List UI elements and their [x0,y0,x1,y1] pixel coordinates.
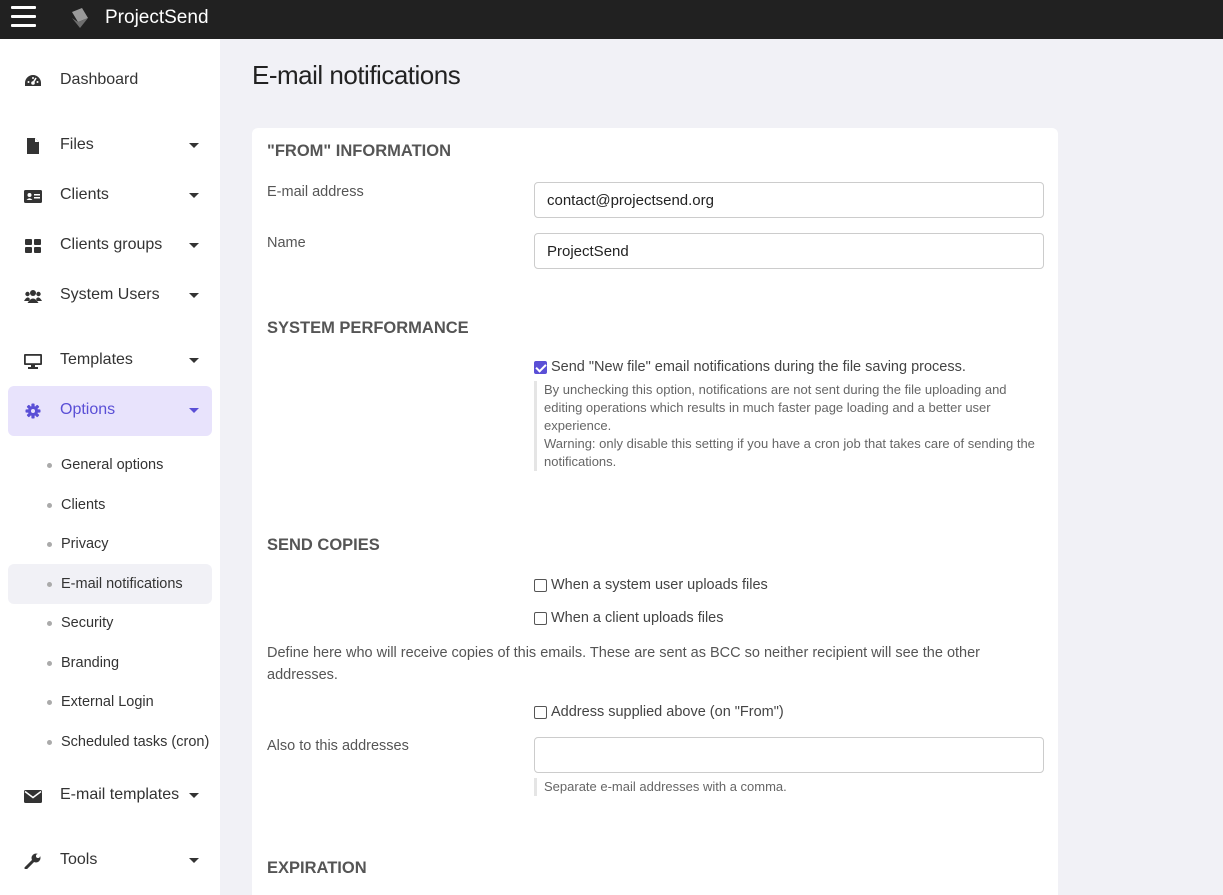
sidebar-item-clients-groups[interactable]: Clients groups [8,221,212,271]
section-heading-performance: SYSTEM PERFORMANCE [267,319,469,337]
sidebar: Dashboard Files Clients Clients groups S… [0,39,220,895]
help-text-warning: Warning: only disable this setting if yo… [544,436,1035,469]
submenu-item-label: Clients [61,497,106,513]
sidebar-item-label: Files [60,136,94,153]
chevron-down-icon [189,193,199,198]
sidebar-item-dashboard[interactable]: Dashboard [8,56,212,106]
dashboard-icon [25,75,41,86]
checkbox-label: When a system user uploads files [551,577,768,593]
sidebar-item-label: E-mail templates [60,786,180,803]
checkbox-checked-icon[interactable] [534,361,547,374]
sidebar-item-options[interactable]: Options [8,386,212,436]
checkbox-label: Send "New file" email notifications duri… [551,359,966,375]
bullet-icon [47,621,52,626]
envelope-icon [24,790,42,803]
submenu-item-label: Privacy [61,536,109,552]
also-addresses-label: Also to this addresses [267,738,409,754]
bullet-icon [47,700,52,705]
grid-icon [25,239,41,253]
checkbox-icon[interactable] [534,612,547,625]
submenu-item-email-notifications[interactable]: E-mail notifications [8,564,212,604]
also-addresses-help: Separate e-mail addresses with a comma. [534,778,1044,796]
sidebar-item-files[interactable]: Files [8,121,212,171]
submenu-item-scheduled-tasks[interactable]: Scheduled tasks (cron) [8,722,212,762]
bullet-icon [47,661,52,666]
email-address-label: E-mail address [267,184,364,200]
id-card-icon [24,190,42,203]
submenu-item-label: Branding [61,655,120,671]
name-label: Name [267,235,306,251]
also-addresses-input[interactable] [534,737,1044,773]
chevron-down-icon [189,243,199,248]
section-heading-send-copies: SEND COPIES [267,536,380,554]
chevron-down-icon [189,408,199,413]
monitor-icon [24,354,42,369]
top-navbar: ProjectSend [0,0,1223,39]
submenu-item-clients[interactable]: Clients [8,485,212,525]
submenu-item-label: E-mail notifications [61,576,183,592]
bullet-icon [47,463,52,468]
chevron-down-icon [189,143,199,148]
bullet-icon [47,542,52,547]
checkbox-label: Address supplied above (on "From") [551,704,784,720]
users-icon [24,290,42,303]
sidebar-item-tools[interactable]: Tools [8,836,212,886]
chevron-down-icon [189,793,199,798]
bullet-icon [47,503,52,508]
page-title: E-mail notifications [252,60,461,90]
sidebar-item-email-templates[interactable]: E-mail templates [8,771,212,821]
bullet-icon [47,582,52,587]
send-copies-description: Define here who will receive copies of t… [267,645,980,683]
submenu-item-label: Scheduled tasks (cron) [61,734,210,750]
submenu-item-label: External Login [61,694,154,710]
submenu-item-external-login[interactable]: External Login [8,682,212,722]
sidebar-item-label: Clients [60,186,109,203]
settings-form-card: "FROM" INFORMATION E-mail address Name S… [252,128,1058,895]
sidebar-item-label: Options [60,401,116,418]
gear-icon [25,403,41,419]
section-heading-expiration: EXPIRATION [267,859,367,877]
chevron-down-icon [189,858,199,863]
menu-toggle-icon[interactable] [11,6,37,30]
submenu-item-privacy[interactable]: Privacy [8,524,212,564]
wrench-icon [24,853,41,869]
sidebar-item-system-users[interactable]: System Users [8,271,212,321]
bullet-icon [47,740,52,745]
submenu-item-label: General options [61,457,164,473]
sidebar-item-label: Clients groups [60,236,163,253]
checkbox-icon[interactable] [534,706,547,719]
file-icon [27,138,39,154]
sidebar-item-label: System Users [60,286,160,303]
chevron-down-icon [189,358,199,363]
brand-name[interactable]: ProjectSend [105,7,209,29]
submenu-item-branding[interactable]: Branding [8,643,212,683]
projectsend-logo-icon [72,8,88,28]
from-name-input[interactable] [534,233,1044,269]
section-heading-from: "FROM" INFORMATION [267,142,451,160]
help-text-line: By unchecking this option, notifications… [544,382,1007,433]
sidebar-item-label: Tools [60,851,98,868]
sidebar-item-label: Templates [60,351,133,368]
sidebar-item-templates[interactable]: Templates [8,336,212,386]
submenu-item-general-options[interactable]: General options [8,445,212,485]
sidebar-item-clients[interactable]: Clients [8,171,212,221]
checkbox-label: When a client uploads files [551,610,724,626]
chevron-down-icon [189,293,199,298]
from-email-input[interactable] [534,182,1044,218]
checkbox-icon[interactable] [534,579,547,592]
performance-help-text: By unchecking this option, notifications… [534,381,1044,471]
sidebar-item-label: Dashboard [60,71,139,88]
submenu-item-security[interactable]: Security [8,603,212,643]
submenu-item-label: Security [61,615,114,631]
